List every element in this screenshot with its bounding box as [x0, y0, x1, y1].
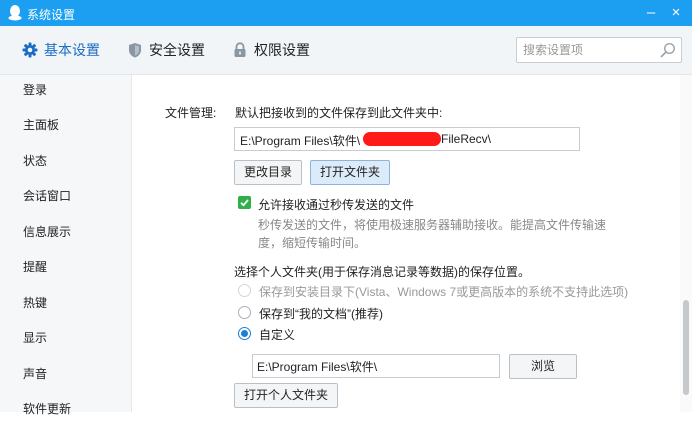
sidebar-item-software-update[interactable]: 软件更新	[0, 394, 131, 424]
gear-icon	[22, 42, 38, 58]
radio-custom[interactable]	[238, 327, 251, 340]
radio-install-dir-label: 保存到安装目录下(Vista、Windows 7或更高版本的系统不支持此选项)	[259, 285, 629, 299]
lock-icon	[234, 42, 246, 57]
sidebar-item-display[interactable]: 显示	[0, 323, 131, 353]
receive-path-prefix: E:\Program Files\软件\	[240, 134, 361, 148]
checkmark-icon	[240, 199, 249, 207]
sidebar-item-label: 软件更新	[23, 402, 72, 416]
change-directory-button[interactable]: 更改目录	[234, 160, 302, 185]
radio-my-documents-label: 保存到“我的文档”(推荐)	[259, 307, 383, 321]
tab-label: 权限设置	[254, 42, 310, 58]
custom-path-input[interactable]	[257, 358, 493, 374]
flash-transfer-description-line1: 秒传发送的文件，将使用极速服务器辅助接收。能提高文件传输速	[258, 218, 607, 232]
tab-label: 基本设置	[44, 42, 100, 58]
sidebar-item-label: 状态	[23, 154, 48, 168]
sidebar-item-reminder[interactable]: 提醒	[0, 252, 131, 282]
sidebar-item-label: 登录	[23, 83, 48, 97]
sidebar-item-hotkeys[interactable]: 热键	[0, 288, 131, 318]
custom-path-field[interactable]	[252, 354, 500, 378]
personal-folder-heading: 选择个人文件夹(用于保存消息记录等数据)的保存位置。	[234, 265, 530, 279]
shield-icon	[129, 43, 141, 58]
sidebar-item-login[interactable]: 登录	[0, 75, 131, 105]
sidebar-item-chat-window[interactable]: 会话窗口	[0, 181, 131, 211]
receive-folder-path-field[interactable]: E:\Program Files\软件\ FileRecv\	[234, 127, 580, 151]
open-personal-folder-button[interactable]: 打开个人文件夹	[234, 383, 338, 408]
settings-content: 文件管理: 默认把接收到的文件保存到此文件夹中: E:\Program File…	[132, 75, 680, 412]
allow-flash-transfer-checkbox[interactable]	[238, 196, 251, 209]
sidebar-nav: 登录 主面板 状态 会话窗口 信息展示 提醒 热键 显示 声音 软件更新	[0, 75, 132, 416]
sidebar-item-label: 热键	[23, 296, 48, 310]
sidebar-item-label: 信息展示	[23, 225, 72, 239]
sidebar-item-info-display[interactable]: 信息展示	[0, 217, 131, 247]
app-logo-icon	[8, 5, 22, 21]
sidebar-item-label: 提醒	[23, 260, 48, 274]
close-button[interactable]: ×	[665, 3, 687, 23]
tab-label: 安全设置	[149, 42, 205, 58]
allow-flash-transfer-label: 允许接收通过秒传发送的文件	[258, 198, 415, 212]
window-title: 系统设置	[27, 8, 76, 22]
minimize-button[interactable]: –	[640, 3, 662, 23]
receive-path-suffix: FileRecv\	[441, 132, 492, 146]
flash-transfer-description-line2: 度，缩短传输时间。	[258, 236, 367, 250]
sidebar-item-label: 显示	[23, 331, 48, 345]
redaction-mark	[363, 132, 441, 146]
search-icon[interactable]	[660, 42, 676, 58]
title-bar: 系统设置 – ×	[0, 0, 692, 26]
scrollbar-thumb[interactable]	[683, 300, 689, 395]
browse-button[interactable]: 浏览	[509, 354, 577, 379]
open-folder-button[interactable]: 打开文件夹	[310, 160, 390, 185]
sidebar-item-main-panel[interactable]: 主面板	[0, 110, 131, 140]
scrolled-out-text-fragment	[258, 75, 518, 77]
radio-install-dir[interactable]	[238, 284, 251, 297]
sidebar-item-label: 声音	[23, 367, 48, 381]
sidebar-item-label: 主面板	[23, 118, 60, 132]
radio-my-documents[interactable]	[238, 306, 251, 319]
search-box[interactable]	[516, 37, 682, 63]
sidebar-item-label: 会话窗口	[23, 189, 72, 203]
default-save-folder-label: 默认把接收到的文件保存到此文件夹中:	[235, 106, 443, 120]
search-input[interactable]	[523, 41, 653, 58]
file-management-label: 文件管理:	[165, 106, 217, 120]
settings-tab-bar: 基本设置 安全设置 权限设置	[0, 26, 692, 75]
sidebar-item-status[interactable]: 状态	[0, 146, 131, 176]
radio-custom-label: 自定义	[259, 328, 296, 342]
sidebar-item-sound[interactable]: 声音	[0, 359, 131, 389]
